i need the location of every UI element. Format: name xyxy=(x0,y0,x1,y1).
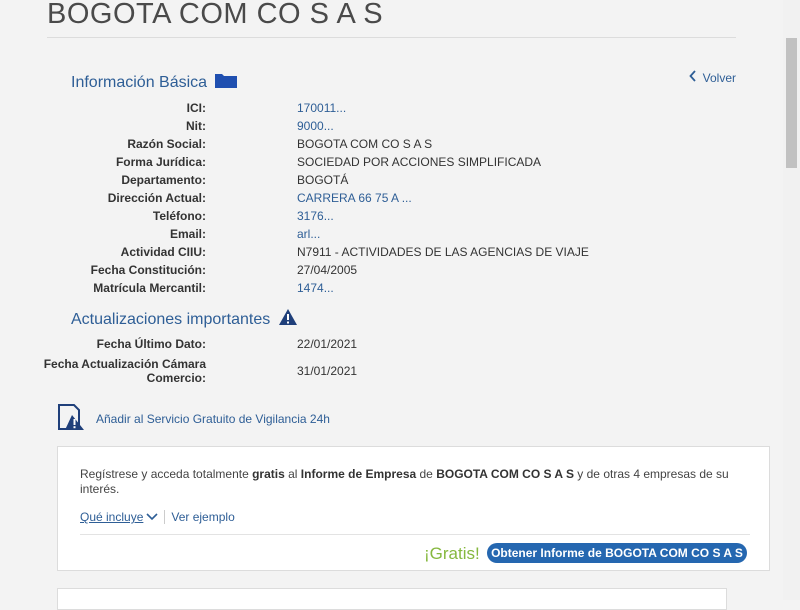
page-scrollbar[interactable] xyxy=(783,0,800,600)
promo-text-part: al xyxy=(284,467,301,481)
chevron-down-icon xyxy=(146,510,158,524)
update-label-line1: Fecha Actualización Cámara xyxy=(43,357,206,371)
info-row-razon-social: Razón Social: BOGOTA COM CO S A S xyxy=(0,137,720,155)
info-row-nit: Nit: 9000... xyxy=(0,119,720,137)
back-link-label: Volver xyxy=(702,70,736,85)
update-label: Fecha Último Dato: xyxy=(96,337,206,351)
info-label: Departamento: xyxy=(121,173,206,187)
update-label: Fecha Actualización Cámara Comercio: xyxy=(0,357,206,385)
info-label: Email: xyxy=(169,227,206,241)
promo-divider xyxy=(80,534,750,535)
info-label: Nit: xyxy=(186,119,206,133)
info-row-forma-juridica: Forma Jurídica: SOCIEDAD POR ACCIONES SI… xyxy=(0,155,720,173)
document-warning-icon xyxy=(57,403,87,434)
folder-icon xyxy=(215,72,238,93)
info-label: Actividad CIIU: xyxy=(120,245,206,259)
promo-text-bold: gratis xyxy=(252,467,285,481)
title-divider xyxy=(47,37,736,38)
info-label: ICI: xyxy=(186,101,206,115)
info-row-email: Email: arl... xyxy=(0,227,720,245)
promo-text-part: Regístrese y acceda totalmente xyxy=(80,467,253,481)
info-label: Fecha Constitución: xyxy=(90,263,206,277)
info-value-ici[interactable]: 170011... xyxy=(297,101,346,115)
promo-text-bold: Informe de Empresa xyxy=(300,467,417,481)
basic-info-heading-label: Información Básica xyxy=(71,73,208,91)
promo-text-part: de xyxy=(416,467,437,481)
info-value-razon-social: BOGOTA COM CO S A S xyxy=(297,137,433,151)
see-example-link[interactable]: Ver ejemplo xyxy=(171,510,234,524)
page-title: BOGOTA COM CO S A S xyxy=(47,0,384,30)
promo-text-bold: BOGOTA COM CO S A S xyxy=(436,467,574,481)
back-link[interactable]: Volver xyxy=(688,70,736,85)
info-value-direccion[interactable]: CARRERA 66 75 A ... xyxy=(297,191,412,205)
update-label-line2: Comercio: xyxy=(146,371,206,385)
info-value-telefono[interactable]: 3176... xyxy=(297,209,334,223)
info-label: Forma Jurídica: xyxy=(115,155,206,169)
info-row-ici: ICI: 170011... xyxy=(0,101,720,119)
update-row-actualizacion-camara: Fecha Actualización Cámara Comercio: 31/… xyxy=(0,357,720,387)
info-label: Teléfono: xyxy=(152,209,206,223)
promo-links: Qué incluye Ver ejemplo xyxy=(80,510,235,524)
update-value-ultimo-dato: 22/01/2021 xyxy=(297,337,358,351)
info-row-departamento: Departamento: BOGOTÁ xyxy=(0,173,720,191)
info-row-actividad-ciiu: Actividad CIIU: N7911 - ACTIVIDADES DE L… xyxy=(0,245,720,263)
basic-info-heading: Información Básica xyxy=(71,72,238,93)
info-row-matricula: Matrícula Mercantil: 1474... xyxy=(0,281,720,299)
info-value-departamento: BOGOTÁ xyxy=(297,173,349,187)
info-value-forma-juridica: SOCIEDAD POR ACCIONES SIMPLIFICADA xyxy=(297,155,542,169)
next-card xyxy=(57,588,727,610)
warning-icon xyxy=(278,308,298,331)
updates-heading-label: Actualizaciones importantes xyxy=(71,310,271,328)
info-row-direccion: Dirección Actual: CARRERA 66 75 A ... xyxy=(0,191,720,209)
info-value-email[interactable]: arl... xyxy=(297,227,320,241)
update-row-ultimo-dato: Fecha Último Dato: 22/01/2021 xyxy=(0,337,720,355)
info-value-actividad-ciiu: N7911 - ACTIVIDADES DE LAS AGENCIAS DE V… xyxy=(297,245,589,259)
chevron-left-icon xyxy=(688,70,697,85)
promo-card: Regístrese y acceda totalmente gratis al… xyxy=(57,446,770,571)
watch-service-link[interactable]: Añadir al Servicio Gratuito de Vigilanci… xyxy=(57,403,330,434)
info-row-telefono: Teléfono: 3176... xyxy=(0,209,720,227)
info-value-matricula[interactable]: 1474... xyxy=(297,281,334,295)
info-row-fecha-constitucion: Fecha Constitución: 27/04/2005 xyxy=(0,263,720,281)
gratis-label: ¡Gratis! xyxy=(424,544,480,563)
scrollbar-thumb[interactable] xyxy=(786,38,797,168)
info-value-nit[interactable]: 9000... xyxy=(297,119,334,133)
updates-heading: Actualizaciones importantes xyxy=(71,308,298,331)
info-label: Razón Social: xyxy=(127,137,206,151)
update-value-actualizacion-camara: 31/01/2021 xyxy=(297,364,358,378)
what-includes-link[interactable]: Qué incluye xyxy=(80,510,158,524)
info-value-fecha-constitucion: 27/04/2005 xyxy=(297,263,358,277)
what-includes-label: Qué incluye xyxy=(80,510,144,524)
watch-service-label: Añadir al Servicio Gratuito de Vigilanci… xyxy=(96,411,330,426)
get-report-button[interactable]: Obtener Informe de BOGOTA COM CO S A S xyxy=(487,543,747,563)
info-label: Matrícula Mercantil: xyxy=(93,281,206,295)
link-separator xyxy=(164,510,166,524)
promo-text: Regístrese y acceda totalmente gratis al… xyxy=(80,467,750,497)
info-label: Dirección Actual: xyxy=(107,191,206,205)
